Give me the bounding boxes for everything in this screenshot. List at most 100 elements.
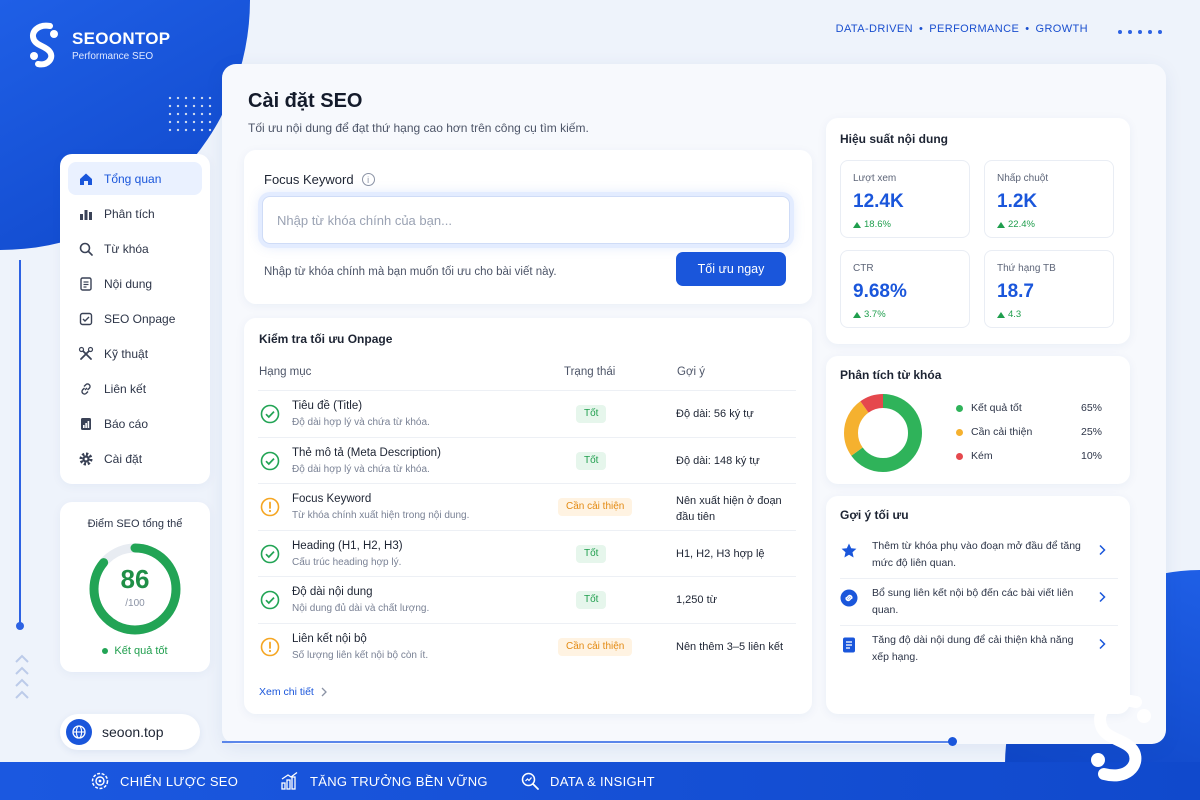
check-circle-icon <box>260 590 280 610</box>
stat-delta: 4.3 <box>997 309 1021 320</box>
tip-item[interactable]: Tăng độ dài nội dung để cải thiện khả nă… <box>840 632 1118 678</box>
status-badge: Cần cải thiện <box>558 637 633 656</box>
row-suggestion: Độ dài: 148 ký tự <box>676 454 760 467</box>
trend-up-icon <box>853 221 861 228</box>
chevrons-up-icon <box>15 654 29 699</box>
more-dots-icon <box>1118 30 1162 34</box>
brand-logo-large-icon <box>1091 694 1151 782</box>
sidebar-item-overview[interactable]: Tổng quan <box>68 162 202 195</box>
see-details-link[interactable]: Xem chi tiết <box>259 686 328 698</box>
tip-text: Bổ sung liên kết nội bộ đến các bài viết… <box>872 587 1074 616</box>
tagline: DATA-DRIVEN • PERFORMANCE • GROWTH <box>836 23 1088 35</box>
sidebar-item-label: Kỹ thuật <box>104 346 149 361</box>
stat-label: Thứ hạng TB <box>997 263 1056 274</box>
tagline-item: DATA-DRIVEN <box>835 23 913 35</box>
legend-item-poor: Kém 10% <box>956 450 1102 462</box>
optimize-now-button[interactable]: Tối ưu ngay <box>676 252 786 286</box>
stat-delta-value: 22.4% <box>1008 219 1035 230</box>
document-icon <box>843 637 855 653</box>
legend-percent: 10% <box>1080 450 1102 462</box>
brand-name: SEOONTOP <box>72 28 171 48</box>
score-title: Điểm SEO tổng thể <box>87 518 183 530</box>
row-name: Tiêu đề (Title) <box>292 400 363 412</box>
stat-value: 9.68% <box>853 281 907 302</box>
row-suggestion: Nên thêm 3–5 liên kết <box>676 640 784 653</box>
legend-label: Cần cải thiện <box>971 426 1033 438</box>
table-row[interactable]: Focus Keyword Từ khóa chính xuất hiện tro… <box>258 483 796 529</box>
growth-chart-icon <box>281 771 298 790</box>
footer-item-seo-strategy: CHIẾN LƯỢC SEO <box>90 771 238 791</box>
table-row[interactable]: Heading (H1, H2, H3) Cấu trúc heading hợp… <box>258 529 796 576</box>
tip-text: Tăng độ dài nội dung để cải thiện khả nă… <box>872 634 1074 663</box>
sidebar-item-technical[interactable]: Kỹ thuật <box>68 337 202 370</box>
chevron-right-icon <box>1099 638 1106 650</box>
tagline-separator: • <box>1025 23 1030 35</box>
decorative-side-line <box>19 260 21 625</box>
sidebar-item-label: Từ khóa <box>104 241 149 256</box>
sidebar-item-content[interactable]: Nội dung <box>68 267 202 300</box>
overall-score-card: Điểm SEO tổng thể 86 /100 Kết quả tốt <box>60 502 210 672</box>
focus-keyword-label: Focus Keyword i <box>264 172 375 187</box>
row-description: Độ dài hợp lý và chứa từ khóa. <box>292 463 430 475</box>
tagline-item: GROWTH <box>1035 23 1088 35</box>
tools-icon <box>78 346 94 362</box>
status-dot-icon <box>102 648 109 654</box>
status-badge: Cần cải thiện <box>558 498 633 516</box>
stat-value: 1.2K <box>997 191 1038 212</box>
sidebar-item-settings[interactable]: Cài đặt <box>68 442 202 475</box>
legend-percent: 25% <box>1080 426 1102 438</box>
row-name: Độ dài nội dung <box>292 586 373 598</box>
sidebar-item-seo-onpage[interactable]: SEO Onpage <box>68 302 202 335</box>
stat-delta: 3.7% <box>853 309 886 320</box>
tips-title: Gợi ý tối ưu <box>840 508 909 522</box>
link-icon <box>78 381 94 397</box>
column-header-suggestion: Gợi ý <box>677 366 705 378</box>
stat-delta-value: 3.7% <box>864 309 886 320</box>
brand-subtitle: Performance SEO <box>72 50 154 62</box>
focus-keyword-card: Focus Keyword i Nhập từ khóa chính mà bạ… <box>244 150 812 304</box>
check-circle-icon <box>260 404 280 424</box>
divider <box>840 578 1118 579</box>
row-description: Nội dung đủ dài và chất lượng. <box>292 603 430 614</box>
gear-icon <box>78 451 94 467</box>
legend-dot-icon <box>956 452 963 460</box>
table-row[interactable]: Tiêu đề (Title) Độ dài hợp lý và chứa từ … <box>258 390 796 436</box>
sidebar-item-links[interactable]: Liên kết <box>68 372 202 405</box>
table-row[interactable]: Độ dài nội dung Nội dung đủ dài và chất l… <box>258 576 796 622</box>
decorative-side-dot <box>16 622 24 630</box>
stat-clicks[interactable]: Nhấp chuột 1.2K 22.4% <box>984 160 1114 238</box>
trend-up-icon <box>997 311 1005 318</box>
stat-views[interactable]: Lượt xem 12.4K 18.6% <box>840 160 970 238</box>
sidebar-item-reports[interactable]: Báo cáo <box>68 407 202 440</box>
legend-label: Kém <box>971 450 993 462</box>
trend-up-icon <box>997 221 1005 228</box>
row-description: Độ dài hợp lý và chứa từ khóa. <box>292 417 430 428</box>
sidebar-item-analytics[interactable]: Phân tích <box>68 197 202 230</box>
focus-keyword-input[interactable] <box>262 196 790 244</box>
chevron-right-icon <box>1099 591 1106 603</box>
table-row[interactable]: Liên kết nội bộ Số lượng liên kết nội bộ … <box>258 622 796 669</box>
sidebar-item-label: Tổng quan <box>104 171 162 186</box>
info-icon[interactable]: i <box>361 173 375 186</box>
chevron-right-icon <box>1099 544 1106 556</box>
stat-average-rank[interactable]: Thứ hạng TB 18.7 4.3 <box>984 250 1114 328</box>
onpage-check-card: Kiểm tra tối ưu Onpage Hạng mục Trạng th… <box>244 318 812 714</box>
keyword-analysis-title: Phân tích từ khóa <box>840 368 942 382</box>
table-row[interactable]: Thẻ mô tả (Meta Description) Độ dài hợp l… <box>258 436 796 483</box>
stat-delta-value: 18.6% <box>864 219 891 230</box>
stat-ctr[interactable]: CTR 9.68% 3.7% <box>840 250 970 328</box>
focus-keyword-hint: Nhập từ khóa chính mà bạn muốn tối ưu ch… <box>264 266 557 278</box>
site-link[interactable]: seoon.top <box>60 714 200 750</box>
logo-mark-icon <box>30 22 58 68</box>
sidebar-item-keywords[interactable]: Từ khóa <box>68 232 202 265</box>
keyword-donut-chart <box>844 394 922 472</box>
score-status: Kết quả tốt <box>60 645 210 657</box>
decorative-bottom-dot <box>948 737 957 746</box>
warning-circle-icon <box>260 497 280 517</box>
home-icon <box>78 171 94 187</box>
divider <box>840 625 1118 626</box>
globe-icon <box>66 719 92 745</box>
brand-logo[interactable]: SEOONTOP Performance SEO <box>24 20 170 70</box>
decorative-bottom-line <box>222 741 952 743</box>
legend-dot-icon <box>956 404 963 412</box>
